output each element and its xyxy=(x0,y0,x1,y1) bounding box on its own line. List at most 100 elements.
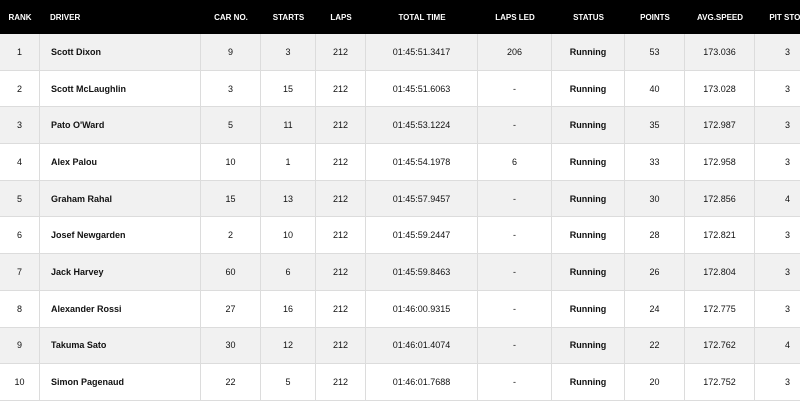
avg-speed-cell: 172.958 xyxy=(685,144,755,180)
column-header-status[interactable]: STATUS xyxy=(552,13,625,22)
avg-speed-cell: 172.987 xyxy=(685,107,755,144)
laps-cell: 212 xyxy=(316,327,366,364)
points-cell: 35 xyxy=(625,107,685,144)
table-header: RANK DRIVER CAR NO. STARTS LAPS TOTAL TI… xyxy=(0,0,800,34)
driver-cell: Alex Palou xyxy=(40,144,201,180)
status-cell: Running xyxy=(552,364,625,400)
laps-led-cell: - xyxy=(478,254,552,290)
table-row: 9 Takuma Sato 30 12 212 01:46:01.4074 - … xyxy=(0,327,800,365)
laps-led-cell: - xyxy=(478,107,552,144)
column-header-car-no[interactable]: CAR NO. xyxy=(201,13,261,22)
starts-cell: 5 xyxy=(261,364,316,400)
column-header-laps-led[interactable]: LAPS LED xyxy=(478,13,552,22)
status-cell: Running xyxy=(552,107,625,144)
laps-cell: 212 xyxy=(316,34,366,70)
points-cell: 24 xyxy=(625,290,685,327)
status-cell: Running xyxy=(552,34,625,70)
car-no-cell: 27 xyxy=(201,290,261,327)
driver-cell: Simon Pagenaud xyxy=(40,364,201,400)
column-header-points[interactable]: POINTS xyxy=(625,13,685,22)
total-time-cell: 01:45:57.9457 xyxy=(366,180,478,217)
total-time-cell: 01:45:59.2447 xyxy=(366,217,478,254)
rank-cell: 6 xyxy=(0,217,40,254)
status-cell: Running xyxy=(552,254,625,290)
pit-stop-cell: 3 xyxy=(784,377,790,388)
points-cell: 30 xyxy=(625,180,685,217)
starts-cell: 15 xyxy=(261,70,316,107)
starts-cell: 11 xyxy=(261,107,316,144)
status-cell: Running xyxy=(552,290,625,327)
points-cell: 53 xyxy=(625,34,685,70)
total-time-cell: 01:45:54.1978 xyxy=(366,144,478,180)
starts-cell: 3 xyxy=(261,34,316,70)
starts-cell: 16 xyxy=(261,290,316,327)
rank-cell: 10 xyxy=(0,364,40,400)
total-time-cell: 01:45:51.3417 xyxy=(366,34,478,70)
status-cell: Running xyxy=(552,70,625,107)
driver-cell: Graham Rahal xyxy=(40,180,201,217)
status-cell: Running xyxy=(552,180,625,217)
table-row: 10 Simon Pagenaud 22 5 212 01:46:01.7688… xyxy=(0,364,800,401)
column-header-rank[interactable]: RANK xyxy=(0,13,40,22)
laps-led-cell: - xyxy=(478,364,552,400)
laps-cell: 212 xyxy=(316,107,366,144)
rank-cell: 5 xyxy=(0,180,40,217)
points-cell: 26 xyxy=(625,254,685,290)
total-time-cell: 01:46:00.9315 xyxy=(366,290,478,327)
total-time-cell: 01:45:59.8463 xyxy=(366,254,478,290)
laps-cell: 212 xyxy=(316,254,366,290)
driver-cell: Josef Newgarden xyxy=(40,217,201,254)
rank-cell: 4 xyxy=(0,144,40,180)
starts-cell: 1 xyxy=(261,144,316,180)
column-header-starts[interactable]: STARTS xyxy=(261,13,316,22)
pit-stop-cell: 3 xyxy=(784,46,790,57)
laps-cell: 212 xyxy=(316,70,366,107)
total-time-cell: 01:46:01.7688 xyxy=(366,364,478,400)
car-no-cell: 5 xyxy=(201,107,261,144)
laps-led-cell: 6 xyxy=(478,144,552,180)
car-no-cell: 60 xyxy=(201,254,261,290)
pit-stop-cell: 3 xyxy=(784,120,790,131)
pit-stop-cell: 3 xyxy=(784,230,790,241)
pit-stop-cell: 3 xyxy=(784,266,790,277)
column-header-laps[interactable]: LAPS xyxy=(316,13,366,22)
car-no-cell: 10 xyxy=(201,144,261,180)
column-header-pit-stop[interactable]: PIT STOP xyxy=(755,13,800,22)
total-time-cell: 01:45:53.1224 xyxy=(366,107,478,144)
rank-cell: 2 xyxy=(0,70,40,107)
avg-speed-cell: 172.804 xyxy=(685,254,755,290)
starts-cell: 12 xyxy=(261,327,316,364)
rank-cell: 8 xyxy=(0,290,40,327)
laps-cell: 212 xyxy=(316,144,366,180)
table-row: 6 Josef Newgarden 2 10 212 01:45:59.2447… xyxy=(0,217,800,255)
column-header-driver[interactable]: DRIVER xyxy=(40,13,201,22)
column-header-total-time[interactable]: TOTAL TIME xyxy=(366,13,478,22)
avg-speed-cell: 173.028 xyxy=(685,70,755,107)
points-cell: 28 xyxy=(625,217,685,254)
pit-stop-cell: 3 xyxy=(784,83,790,94)
car-no-cell: 15 xyxy=(201,180,261,217)
table-row: 3 Pato O'Ward 5 11 212 01:45:53.1224 - R… xyxy=(0,107,800,145)
rank-cell: 1 xyxy=(0,34,40,70)
table-body: 1 Scott Dixon 9 3 212 01:45:51.3417 206 … xyxy=(0,34,800,401)
laps-led-cell: 206 xyxy=(478,34,552,70)
table-row: 2 Scott McLaughlin 3 15 212 01:45:51.606… xyxy=(0,70,800,108)
laps-cell: 212 xyxy=(316,364,366,400)
avg-speed-cell: 172.821 xyxy=(685,217,755,254)
starts-cell: 13 xyxy=(261,180,316,217)
pit-stop-cell: 4 xyxy=(784,193,790,204)
table-row: 8 Alexander Rossi 27 16 212 01:46:00.931… xyxy=(0,290,800,328)
driver-cell: Scott Dixon xyxy=(40,34,201,70)
car-no-cell: 30 xyxy=(201,327,261,364)
points-cell: 20 xyxy=(625,364,685,400)
car-no-cell: 22 xyxy=(201,364,261,400)
table-row: 7 Jack Harvey 60 6 212 01:45:59.8463 - R… xyxy=(0,254,800,291)
laps-led-cell: - xyxy=(478,290,552,327)
car-no-cell: 9 xyxy=(201,34,261,70)
avg-speed-cell: 172.775 xyxy=(685,290,755,327)
column-header-avg-speed[interactable]: AVG.SPEED xyxy=(685,13,755,22)
avg-speed-cell: 172.752 xyxy=(685,364,755,400)
status-cell: Running xyxy=(552,217,625,254)
points-cell: 22 xyxy=(625,327,685,364)
laps-cell: 212 xyxy=(316,290,366,327)
